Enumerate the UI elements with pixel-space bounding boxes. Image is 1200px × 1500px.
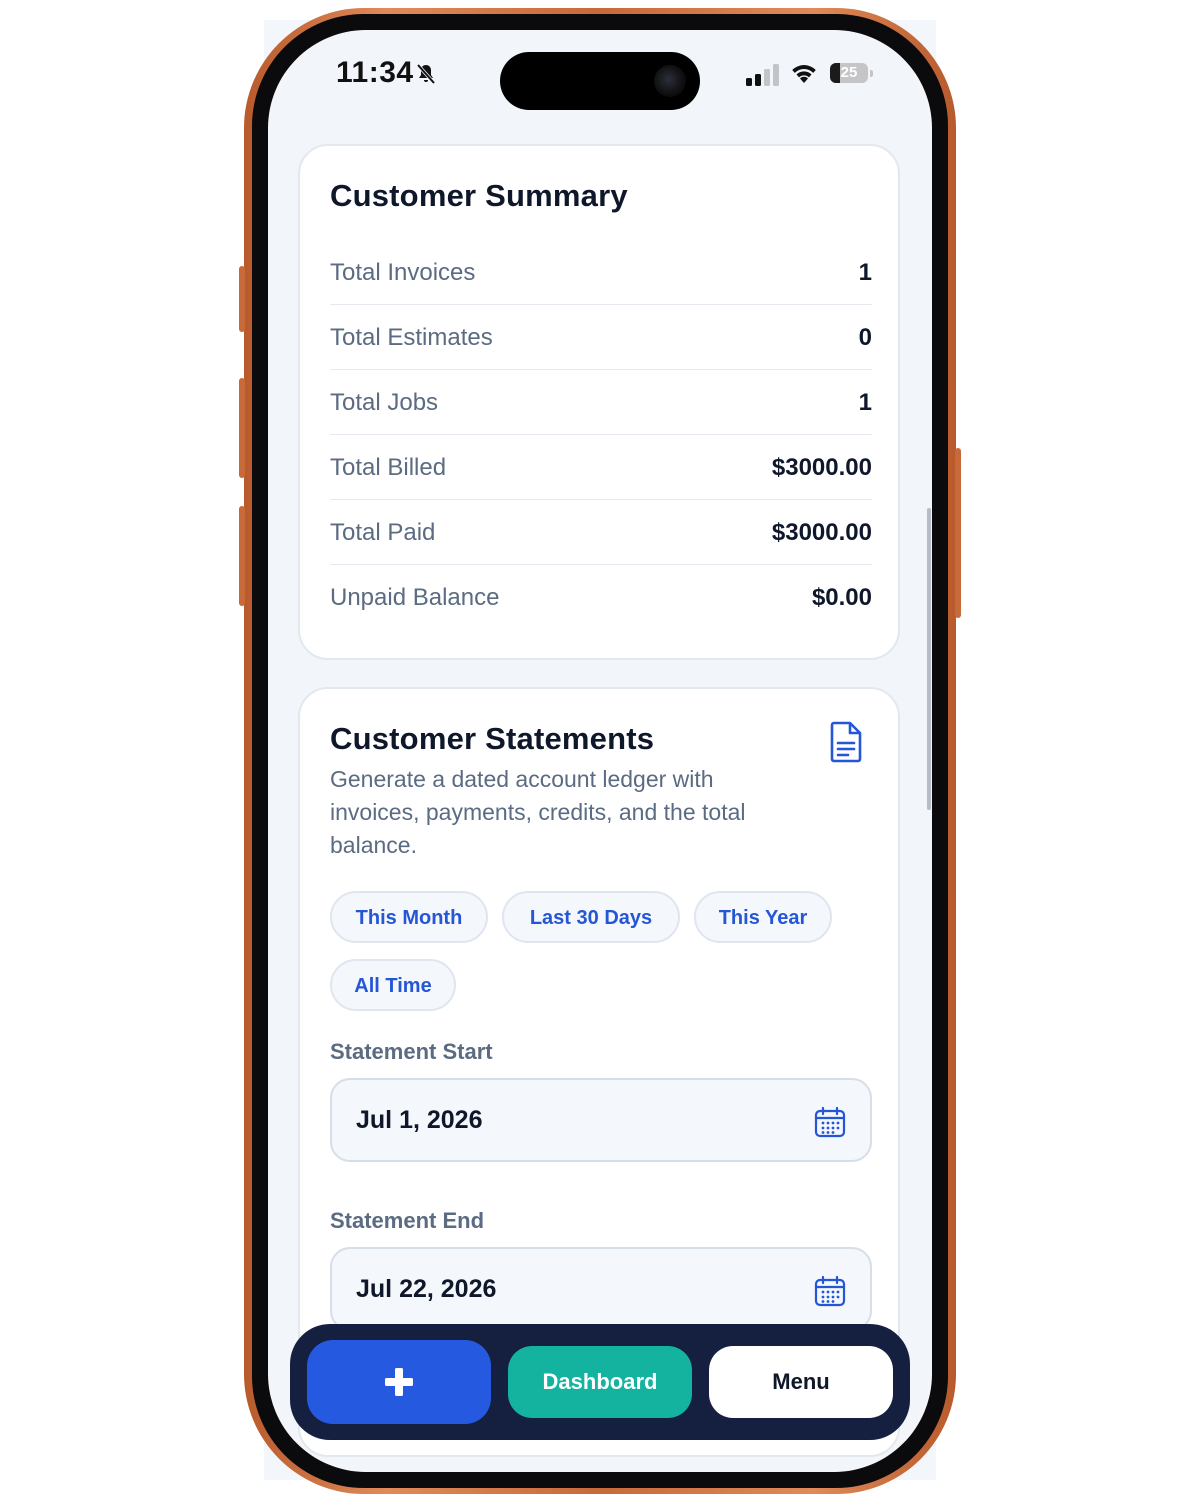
summary-row-paid: Total Paid $3000.00	[330, 500, 872, 565]
row-label: Total Billed	[330, 454, 447, 481]
camera-icon	[654, 65, 686, 97]
row-value: 0	[858, 324, 872, 351]
summary-row-invoices: Total Invoices 1	[330, 240, 872, 305]
statements-title: Customer Statements	[330, 721, 655, 756]
bell-slash-icon	[416, 63, 436, 85]
summary-row-jobs: Total Jobs 1	[330, 370, 872, 435]
row-label: Unpaid Balance	[330, 584, 500, 611]
row-label: Total Invoices	[330, 259, 476, 286]
battery-body: 25	[830, 63, 868, 83]
chip-this-year[interactable]: This Year	[694, 891, 832, 943]
row-value: $3000.00	[771, 519, 872, 546]
chip-this-month[interactable]: This Month	[330, 891, 488, 943]
row-label: Total Paid	[330, 519, 436, 546]
power-button	[955, 448, 961, 618]
calendar-icon[interactable]	[814, 1275, 846, 1307]
bottom-nav: Dashboard Menu	[290, 1324, 910, 1440]
document-icon[interactable]	[828, 721, 864, 763]
battery-tip	[870, 70, 873, 77]
battery-icon: 25	[830, 63, 873, 85]
row-label: Total Estimates	[330, 324, 493, 351]
statement-start-value: Jul 1, 2026	[356, 1106, 483, 1134]
status-time: 11:34	[336, 56, 414, 89]
summary-row-billed: Total Billed $3000.00	[330, 435, 872, 500]
statement-end-field[interactable]: Jul 22, 2026	[330, 1247, 872, 1331]
statement-end-value: Jul 22, 2026	[356, 1275, 497, 1303]
wifi-icon	[792, 65, 816, 83]
statement-start-field[interactable]: Jul 1, 2026	[330, 1078, 872, 1162]
statement-start-label: Statement Start	[330, 1039, 493, 1064]
volume-up-button	[239, 378, 245, 478]
customer-summary-card: Customer Summary Total Invoices 1 Total …	[298, 144, 900, 660]
menu-button[interactable]: Menu	[709, 1346, 893, 1418]
dynamic-island	[500, 52, 700, 110]
chip-all-time[interactable]: All Time	[330, 959, 456, 1011]
dashboard-button[interactable]: Dashboard	[508, 1346, 692, 1418]
summary-title: Customer Summary	[330, 178, 628, 213]
plus-icon	[385, 1368, 413, 1396]
battery-percent: 25	[840, 64, 858, 81]
row-value: 1	[858, 259, 872, 286]
summary-row-unpaid: Unpaid Balance $0.00	[330, 565, 872, 630]
summary-row-estimates: Total Estimates 0	[330, 305, 872, 370]
add-button[interactable]	[307, 1340, 491, 1424]
cellular-signal-icon	[746, 64, 779, 86]
scrollbar[interactable]	[927, 508, 931, 810]
row-value: $0.00	[811, 584, 872, 611]
chip-last-30-days[interactable]: Last 30 Days	[502, 891, 680, 943]
calendar-icon[interactable]	[814, 1106, 846, 1138]
row-value: 1	[858, 389, 872, 416]
screen: 11:34 25 Customer Summary Total Invoices…	[268, 30, 932, 1472]
volume-down-button	[239, 506, 245, 606]
statements-description: Generate a dated account ledger with inv…	[330, 766, 746, 858]
row-value: $3000.00	[771, 454, 872, 481]
action-button	[239, 266, 245, 332]
row-label: Total Jobs	[330, 389, 439, 416]
statement-end-label: Statement End	[330, 1208, 485, 1233]
